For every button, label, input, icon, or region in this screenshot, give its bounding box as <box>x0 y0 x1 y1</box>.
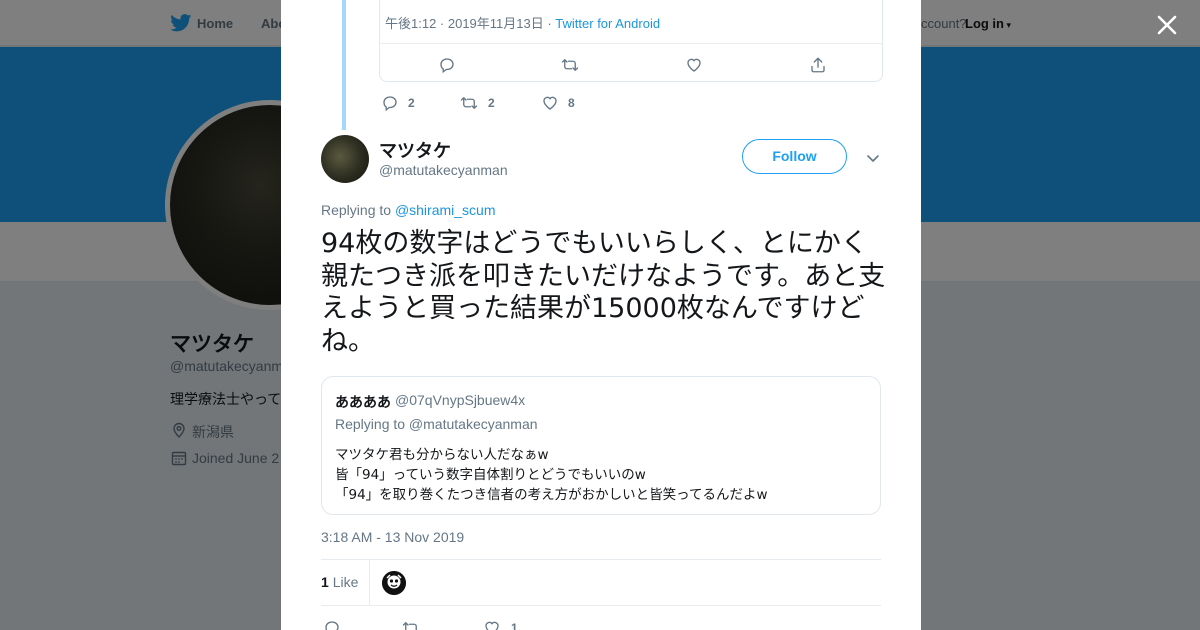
quoted-tweet-line: マツタケ君も分からない人だなぁw <box>335 447 549 463</box>
tweet-text: 94枚の数字はどうでもいいらしく、とにかく親たつき派を叩きたいだけなようです。あ… <box>321 228 886 357</box>
quoted-tweet-line: 皆「94」っていう数字自体割りとどうでもいいのw <box>335 467 646 483</box>
reply-icon[interactable] <box>381 94 399 112</box>
quoted-tweet[interactable]: ああああ @07qVnypSjbuew4x Replying to @matut… <box>321 376 881 515</box>
reply-icon[interactable] <box>438 56 456 74</box>
tweet-modal: 午後1:12 · 2019年11月13日 · Twitter for Andro… <box>281 0 921 630</box>
likes-summary[interactable]: 1 Like <box>321 574 358 590</box>
embedded-tweet-meta: 午後1:12 · 2019年11月13日 · Twitter for Andro… <box>385 13 660 32</box>
embedded-tweet-card[interactable]: 午後1:12 · 2019年11月13日 · Twitter for Andro… <box>379 0 883 82</box>
divider <box>380 43 883 44</box>
retweet-icon[interactable] <box>460 94 478 112</box>
heart-icon[interactable] <box>685 56 703 74</box>
tweet-author-avatar[interactable] <box>321 135 369 183</box>
like-count: 1 <box>511 621 518 630</box>
divider <box>321 605 881 606</box>
replying-to: Replying to @shirami_scum <box>321 202 496 218</box>
chevron-down-icon[interactable] <box>865 150 881 166</box>
reply-count: 2 <box>408 96 415 110</box>
quoted-tweet-author-name: ああああ <box>335 394 391 410</box>
replying-to-label: Replying to <box>321 202 392 218</box>
replying-to-mention[interactable]: @shirami_scum <box>395 202 496 218</box>
liker-avatar[interactable] <box>382 571 406 595</box>
retweet-count: 2 <box>488 96 495 110</box>
quoted-tweet-author-handle: @07qVnypSjbuew4x <box>395 392 526 408</box>
tweet-author-name[interactable]: マツタケ <box>379 137 451 163</box>
embedded-tweet-source-link[interactable]: Twitter for Android <box>555 16 660 31</box>
close-icon[interactable] <box>1154 12 1180 38</box>
likes-label: Like <box>332 574 359 590</box>
likes-number: 1 <box>321 574 329 590</box>
follow-button[interactable]: Follow <box>742 139 847 174</box>
heart-icon[interactable] <box>483 619 501 630</box>
tweet-author-handle[interactable]: @matutakecyanman <box>379 162 508 178</box>
tweet-timestamp[interactable]: 3:18 AM - 13 Nov 2019 <box>321 529 464 545</box>
divider <box>321 559 881 560</box>
retweet-icon[interactable] <box>402 619 420 630</box>
embedded-tweet-time: 午後1:12 · 2019年11月13日 · <box>385 16 552 31</box>
quoted-tweet-replying-to: Replying to @matutakecyanman <box>335 416 538 432</box>
thread-connector-line <box>342 0 346 130</box>
quoted-tweet-line: 「94」を取り巻くたつき信者の考え方がおかしいと皆笑ってるんだよw <box>335 487 768 503</box>
like-count: 8 <box>568 96 575 110</box>
reply-icon[interactable] <box>323 619 341 630</box>
share-icon[interactable] <box>809 56 827 74</box>
divider <box>369 560 370 605</box>
heart-icon[interactable] <box>541 94 559 112</box>
retweet-icon[interactable] <box>561 56 579 74</box>
